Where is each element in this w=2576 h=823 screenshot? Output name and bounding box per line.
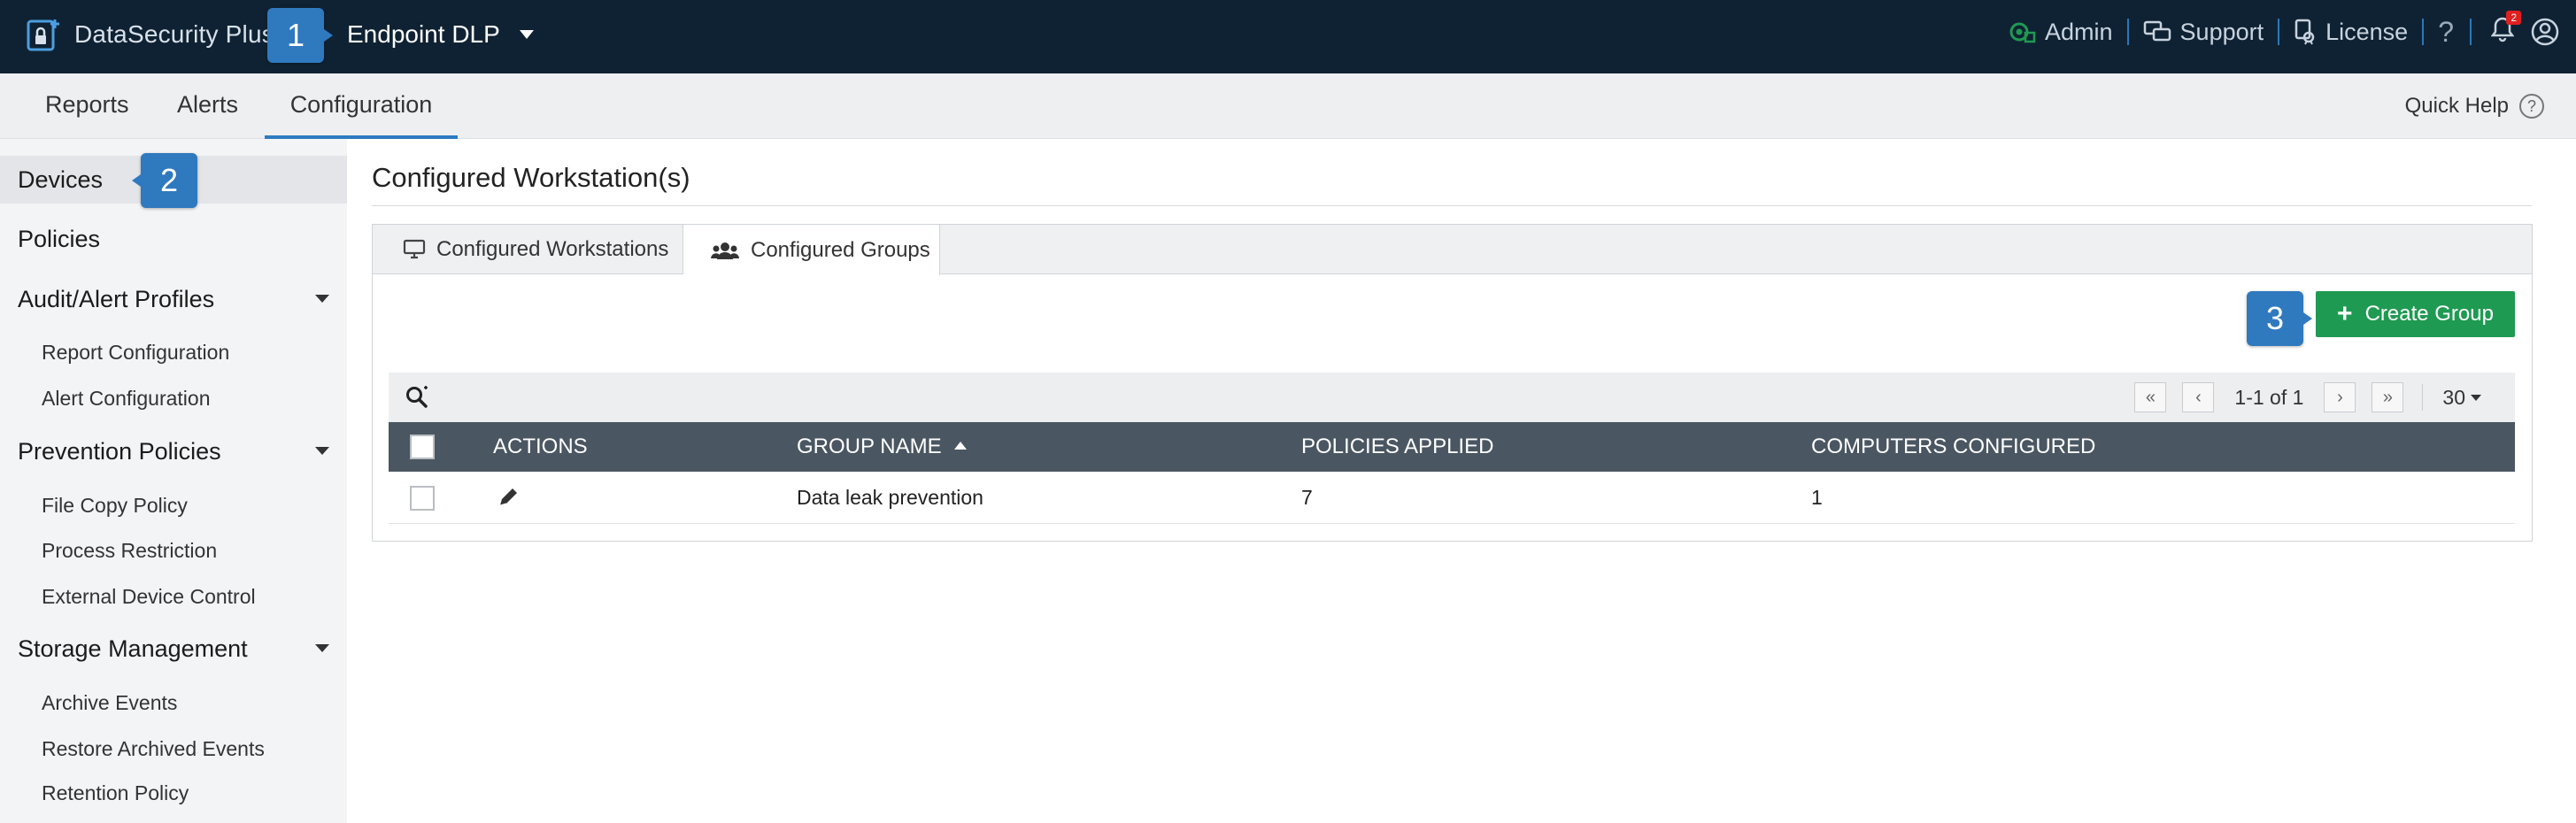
divider — [2278, 19, 2280, 45]
content-tabs: Configured Workstations Configured Group… — [373, 225, 2532, 275]
create-group-label: Create Group — [2364, 302, 2494, 326]
sidebar-item-process-restriction[interactable]: Process Restriction — [42, 539, 217, 563]
cell-computers-configured: 1 — [1811, 486, 1823, 509]
tab-label: Configured Workstations — [436, 237, 669, 261]
prev-page-icon[interactable]: ‹ — [2182, 382, 2215, 412]
main-nav: Reports Alerts Configuration Quick Help … — [0, 73, 2576, 139]
users-group-icon — [711, 242, 739, 259]
support-label: Support — [2179, 18, 2264, 45]
sidebar: Devices Policies Audit/Alert Profiles Re… — [0, 139, 347, 823]
row-checkbox[interactable] — [410, 486, 435, 511]
pagination: « ‹ 1-1 of 1 › » 30 — [2126, 373, 2515, 422]
admin-link[interactable]: Admin — [2006, 19, 2113, 46]
sidebar-item-label: Devices — [18, 166, 104, 193]
notification-badge: 2 — [2506, 10, 2521, 25]
notifications-button[interactable]: 2 — [2490, 10, 2521, 49]
tab-configured-groups[interactable]: Configured Groups — [683, 225, 940, 275]
admin-label: Admin — [2045, 18, 2113, 45]
tab-label: Configured Groups — [751, 237, 930, 262]
product-selector[interactable]: Endpoint DLP — [347, 0, 534, 69]
admin-gear-icon — [2009, 22, 2036, 43]
caret-down-icon — [2471, 394, 2481, 401]
select-all-checkbox[interactable] — [410, 435, 435, 459]
page-size-select[interactable]: 30 — [2442, 386, 2481, 410]
header-actions: Admin Support License ? 2 — [2006, 0, 2576, 64]
sidebar-item-alert-configuration[interactable]: Alert Configuration — [42, 387, 211, 411]
caret-down-icon — [315, 644, 329, 652]
next-page-icon[interactable]: › — [2324, 382, 2356, 412]
chat-bubbles-icon — [2143, 20, 2171, 42]
question-circle-icon: ? — [2519, 94, 2544, 119]
table-row: Data leak prevention 7 1 — [389, 472, 2515, 524]
license-label: License — [2325, 18, 2409, 45]
tab-configured-workstations[interactable]: Configured Workstations — [373, 225, 683, 274]
sidebar-section-prevention-policies[interactable]: Prevention Policies — [0, 428, 347, 473]
cell-group-name: Data leak prevention — [797, 486, 983, 509]
tab-reports[interactable]: Reports — [45, 73, 129, 139]
tab-configuration[interactable]: Configuration — [265, 73, 458, 139]
edit-pencil-icon[interactable] — [497, 486, 520, 509]
tab-alerts[interactable]: Alerts — [177, 73, 238, 139]
monitor-icon — [403, 239, 426, 259]
sidebar-section-label: Prevention Policies — [18, 438, 221, 465]
support-link[interactable]: Support — [2143, 19, 2264, 46]
table-toolbar: « ‹ 1-1 of 1 › » 30 — [389, 373, 2515, 422]
caret-down-icon — [315, 295, 329, 303]
sidebar-section-label: Audit/Alert Profiles — [18, 286, 215, 312]
license-link[interactable]: License — [2294, 19, 2408, 46]
license-icon — [2294, 19, 2315, 45]
divider — [2126, 19, 2129, 45]
create-group-button[interactable]: + Create Group — [2316, 291, 2515, 337]
column-header-group-name[interactable]: GROUP NAME — [797, 422, 967, 472]
column-header-policies-applied[interactable]: POLICIES APPLIED — [1301, 422, 1493, 472]
table-header: ACTIONS GROUP NAME POLICIES APPLIED COMP… — [389, 422, 2515, 472]
sidebar-item-external-device-control[interactable]: External Device Control — [42, 585, 256, 609]
sidebar-item-file-copy-policy[interactable]: File Copy Policy — [42, 494, 188, 518]
divider — [2422, 19, 2425, 45]
column-header-label: GROUP NAME — [797, 435, 942, 458]
top-bar: DataSecurity Plus Endpoint DLP Admin Sup… — [0, 0, 2576, 73]
callout-badge-1: 1 — [267, 8, 333, 63]
plus-icon: + — [2337, 299, 2353, 328]
search-icon[interactable] — [405, 385, 429, 410]
last-page-icon[interactable]: » — [2372, 382, 2404, 412]
tab-configuration-label: Configuration — [289, 91, 433, 118]
column-header-computers-configured[interactable]: COMPUTERS CONFIGURED — [1811, 422, 2095, 472]
user-avatar-icon[interactable] — [2530, 17, 2560, 47]
brand-name: DataSecurity Plus — [74, 20, 274, 48]
help-icon[interactable]: ? — [2438, 16, 2454, 49]
page-info: 1-1 of 1 — [2234, 385, 2304, 409]
quick-help-label: Quick Help — [2404, 94, 2509, 118]
page-size-value: 30 — [2442, 385, 2465, 409]
datasecurity-logo-icon — [27, 19, 59, 51]
first-page-icon[interactable]: « — [2134, 382, 2167, 412]
sidebar-item-report-configuration[interactable]: Report Configuration — [42, 341, 229, 365]
page-title: Configured Workstation(s) — [372, 162, 690, 193]
sort-ascending-icon — [953, 442, 967, 450]
callout-badge-3: 3 — [2247, 291, 2312, 346]
sidebar-item-label: Policies — [18, 226, 101, 252]
product-name: Endpoint DLP — [347, 20, 500, 48]
callout-badge-2: 2 — [132, 153, 197, 208]
brand[interactable]: DataSecurity Plus — [25, 0, 274, 69]
sidebar-section-label: Storage Management — [18, 635, 248, 662]
sidebar-item-retention-policy[interactable]: Retention Policy — [42, 781, 189, 805]
divider — [2470, 19, 2472, 45]
sidebar-section-audit-alert-profiles[interactable]: Audit/Alert Profiles — [0, 276, 347, 320]
chevron-down-icon — [519, 30, 534, 39]
quick-help-link[interactable]: Quick Help ? — [2405, 73, 2544, 139]
divider — [372, 205, 2532, 206]
column-header-actions: ACTIONS — [493, 435, 588, 458]
sidebar-item-restore-archived-events[interactable]: Restore Archived Events — [42, 737, 265, 761]
sidebar-section-storage-management[interactable]: Storage Management — [0, 626, 347, 670]
cell-policies-applied: 7 — [1301, 486, 1313, 509]
caret-down-icon — [315, 447, 329, 455]
divider — [2422, 384, 2424, 411]
sidebar-item-archive-events[interactable]: Archive Events — [42, 691, 177, 715]
sidebar-item-policies[interactable]: Policies — [0, 215, 347, 261]
